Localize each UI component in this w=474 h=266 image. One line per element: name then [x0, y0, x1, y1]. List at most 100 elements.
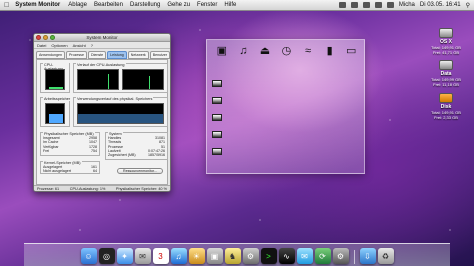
menu-fenster[interactable]: Fenster [197, 2, 217, 8]
wifi-icon[interactable]: ≈ [302, 45, 315, 58]
physical-memory-title: Physikalischer Speicher (MB) [43, 132, 95, 136]
system-monitor-window: System Monitor Datei Optionen Ansicht ? … [33, 33, 171, 192]
finder-icon[interactable]: ☺ [80, 248, 97, 264]
memory-history-box: Verwendungsverlauf des physikal. Speiche… [73, 97, 168, 127]
volume-icon[interactable] [374, 2, 382, 8]
tab-anwendungen[interactable]: Anwendungen [36, 51, 65, 59]
tab-dienste[interactable]: Dienste [87, 51, 107, 59]
cpu-usage-bar [49, 87, 63, 89]
performance-panel: CPU-Auslastung Verlauf der CPU-Auslastun… [36, 59, 168, 185]
photo-icon[interactable]: ☀ [188, 248, 205, 264]
menu-datei[interactable]: Datei [37, 43, 46, 48]
cpu-history-box: Verlauf der CPU-Auslastung [73, 63, 168, 93]
trash-icon[interactable]: ♻ [377, 248, 394, 264]
terminal-icon[interactable]: > [260, 248, 277, 264]
stat-row: Frei 754 [43, 149, 97, 153]
menu-gehe-zu[interactable]: Gehe zu [167, 2, 190, 8]
cpu-history-graph-1 [77, 69, 119, 90]
physical-memory-box: Physikalischer Speicher (MB) Insgesamt 29… [40, 132, 100, 156]
stat-row: Nicht ausgelagert 64 [43, 169, 97, 173]
scale-icon[interactable]: ▭ [345, 45, 358, 58]
status-processes: Prozesse: 61 [37, 186, 60, 191]
cpu-usage-box: CPU-Auslastung [40, 63, 70, 93]
music-icon[interactable]: ♫ [237, 45, 250, 58]
calendar-icon[interactable]: 3 [152, 248, 169, 264]
stat-value: 64 [93, 169, 97, 174]
system-preferences-icon[interactable]: ⚙ [242, 248, 259, 264]
menu-ablage[interactable]: Ablage [68, 2, 87, 8]
user-name[interactable]: Micha [399, 2, 415, 8]
menu-extras: Micha Di 03.05. 16:41 ⚲ [338, 2, 474, 9]
memory-meter [45, 103, 65, 124]
tray-icon[interactable] [338, 2, 346, 8]
safari-icon[interactable]: ✦ [116, 248, 133, 264]
downloads-icon[interactable]: ⇩ [359, 248, 376, 264]
menu-optionen[interactable]: Optionen [51, 43, 67, 48]
chess-icon[interactable]: ♞ [224, 248, 241, 264]
mail-icon[interactable]: ✉ [134, 248, 151, 264]
activity-icon[interactable]: ∿ [278, 248, 295, 264]
drive-free: Frei: 11,18 GB [433, 82, 459, 87]
menu-bar:  System Monitor Ablage Bearbeiten Darst… [0, 0, 474, 11]
stat-key: Zugesichert (MB) [108, 153, 136, 158]
stat-row: Zugesichert (MB) 1857/5916 [108, 153, 165, 157]
menu-bearbeiten[interactable]: Bearbeiten [94, 2, 123, 8]
menu-hilfe[interactable]: Hilfe [224, 2, 236, 8]
cpu-history-graph-2 [122, 69, 164, 90]
dock-separator [353, 250, 355, 264]
dashboard-icon[interactable]: ◎ [98, 248, 115, 264]
window-menu: Datei Optionen Ansicht ? [34, 42, 170, 49]
desktop-drive-disk[interactable]: Disk Total: 149,91 GB Frei: 2,33 GB [426, 93, 466, 120]
battery-icon[interactable]: ▮ [323, 45, 336, 58]
battery-icon[interactable] [386, 2, 394, 8]
tray-icon[interactable] [350, 2, 358, 8]
preview-icon[interactable]: ▣ [206, 248, 223, 264]
memory-history-label: Verwendungsverlauf des physikal. Speiche… [76, 97, 154, 101]
stat-key: Frei [43, 148, 50, 153]
panel-item[interactable] [212, 131, 222, 138]
system-title: System [108, 132, 123, 136]
tab-netzwerk[interactable]: Netzwerk [127, 51, 149, 59]
panel-item[interactable] [212, 114, 222, 121]
graph-line [108, 74, 109, 89]
stat-key: Nicht ausgelagert [43, 169, 71, 174]
tab-leistung[interactable]: Leistung [107, 51, 127, 59]
cpu-history-label: Verlauf der CPU-Auslastung [76, 63, 126, 67]
hard-drive-icon [439, 28, 453, 38]
panel-toolbar: ▣ ♫ ⏏ ◷ ≈ ▮ ▭ [207, 43, 366, 60]
kernel-memory-box: Kernel-Speicher (MB) Ausgelagert 161 Nich… [40, 161, 100, 174]
panel-item[interactable] [212, 148, 222, 155]
memory-history-fill [78, 114, 163, 123]
menu-help[interactable]: ? [91, 43, 93, 48]
external-drive-icon [439, 93, 453, 103]
drive-free: Frei: 41,71 GB [432, 50, 459, 55]
apple-menu-icon[interactable]:  [4, 2, 9, 9]
clock-icon[interactable]: ◷ [280, 45, 293, 58]
memory-box: Arbeitsspeicher [40, 97, 72, 127]
tab-benutzer[interactable]: Benutzer [149, 51, 170, 59]
window-titlebar[interactable]: System Monitor [34, 34, 170, 42]
messenger-icon[interactable]: ✉ [296, 248, 313, 264]
status-bar: Prozesse: 61 CPU-Auslastung: 1% Physikal… [34, 185, 170, 191]
wifi-icon[interactable] [362, 2, 370, 8]
window-icon[interactable]: ▣ [215, 45, 228, 58]
status-cpu: CPU-Auslastung: 1% [69, 186, 106, 191]
desktop-drive-data[interactable]: Data Total: 149,99 GB Frei: 11,18 GB [426, 60, 466, 87]
panel-item[interactable] [212, 97, 222, 104]
clock[interactable]: Di 03.05. 16:41 [420, 2, 461, 8]
itunes-icon[interactable]: ♫ [170, 248, 187, 264]
panel-item[interactable] [212, 80, 222, 87]
eject-icon[interactable]: ⏏ [258, 45, 271, 58]
tab-prozesse[interactable]: Prozesse [65, 51, 87, 59]
desktop-drive-osx[interactable]: OS X Total: 149,91 GB Frei: 41,71 GB [426, 28, 466, 55]
time-machine-icon[interactable]: ⟳ [314, 248, 331, 264]
gear-icon[interactable]: ⚙ [332, 248, 349, 264]
spotlight-icon[interactable]: ⚲ [466, 2, 470, 9]
resource-monitor-button[interactable]: Ressourcenmonitor... [117, 168, 163, 174]
hard-drive-icon [439, 60, 453, 70]
menu-ansicht[interactable]: Ansicht [73, 43, 86, 48]
panel-items [212, 80, 222, 165]
menu-darstellung[interactable]: Darstellung [130, 2, 160, 8]
cpu-usage-meter [45, 69, 65, 90]
app-menu[interactable]: System Monitor [15, 2, 60, 8]
